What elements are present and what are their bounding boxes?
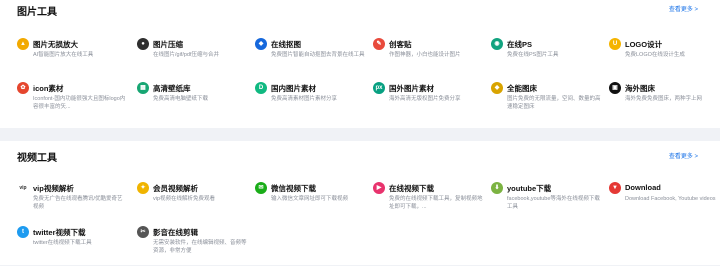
download-circle-icon: ▼ [609, 182, 621, 194]
play-icon: ▶ [373, 182, 385, 194]
iconfont-icon: ✿ [17, 82, 29, 94]
tool-name: LOGO设计 [625, 40, 663, 49]
wallpaper-icon: ▦ [137, 82, 149, 94]
twitter-icon: t [17, 226, 29, 238]
tool-item[interactable]: ✿ icon素材 Iconfont-国内功能很强大且图标logo内容很丰富的矢... [17, 82, 127, 122]
tool-description: facebook,youtube等海外在线视频下载工具 [507, 196, 600, 210]
tool-item[interactable]: ▲ 图片无损放大 AI智能图片放大在线工具 [17, 38, 127, 78]
tool-item[interactable]: ◉ 在线PS 免费在线PS图片工具 [491, 38, 601, 78]
tool-description: Download Facebook, Youtube videos [625, 196, 716, 202]
tool-item[interactable]: ✉ 微信视频下载输入微信文章网址即可下载视频 [255, 182, 365, 222]
tool-name: 创客贴 [389, 40, 412, 49]
magnify-icon: ▲ [17, 38, 29, 50]
member-video-icon: ✦ [137, 182, 149, 194]
tool-name: 国外图片素材 [389, 84, 434, 93]
tool-name: Download [625, 183, 661, 192]
chuangketie-icon: ✎ [373, 38, 385, 50]
tool-item[interactable]: ▣ 海外图床海外免费免费图床，两种字上网 [609, 82, 719, 122]
tool-item[interactable]: ◆ 全能图床图片免费的无限流量，空间、数量的高速稳定图床 [491, 82, 601, 122]
tool-item[interactable]: D 国内图片素材免费高清素材图片素材分享 [255, 82, 365, 122]
tool-name: 会员视频解析 [153, 184, 198, 193]
tool-name: icon素材 [33, 84, 64, 93]
wechat-icon: ✉ [255, 182, 267, 194]
download-icon: ⬇ [491, 182, 503, 194]
tool-description: vip视频在线解析免费观看 [153, 196, 216, 202]
video-tools-grid: vip vip视频解析免费无广告在线观看腾讯/优酷爱奇艺视频 ✦ 会员视频解析 vip视… [0, 141, 720, 265]
video-edit-icon: ✂ [137, 226, 149, 238]
tool-description: 作图神器，小白也能设计图片 [389, 52, 461, 58]
tool-description: 免费高清素材图片素材分享 [271, 96, 338, 102]
image-host-icon: ◆ [491, 82, 503, 94]
compress-icon: ● [137, 38, 149, 50]
pexels-icon: px [373, 82, 385, 94]
tool-name: youtube下载 [507, 184, 552, 193]
tool-description: 海外免费免费图床，两种字上网 [625, 96, 703, 102]
ps-icon: ◉ [491, 38, 503, 50]
cutout-icon: ◆ [255, 38, 267, 50]
tool-description: 免费图片智能自动抠图去背景在线工具 [271, 52, 365, 58]
tool-name: 在线视频下载 [389, 184, 434, 193]
tool-description: 海外高清无版权图片免费分享 [389, 96, 461, 102]
image-tools-grid: ▲ 图片无损放大 AI智能图片放大在线工具 ● 图片压缩在线图片/gif/pdf压缩与合… [0, 0, 720, 128]
tool-name: 高清壁纸库 [153, 84, 191, 93]
tool-item[interactable]: ✂ 影音在线剪辑无需安装软件，在线编辑视频、音频等资源，非常方便 [137, 226, 247, 266]
tool-item[interactable]: ✦ 会员视频解析 vip视频在线解析免费观看 [137, 182, 247, 222]
tool-item[interactable]: t twitter视频下载 twitter在线视频下载工具 [17, 226, 127, 266]
tool-name: 图片无损放大 [33, 40, 78, 49]
tool-description: 无需安装软件，在线编辑视频、音频等资源，非常方便 [153, 240, 247, 254]
tool-name: 影音在线剪辑 [153, 228, 198, 237]
video-tools-section: 视频工具 查看更多 > vip vip视频解析 免费无广告在线观看腾讯/优酷爱奇艺视… [0, 141, 720, 265]
tool-description: 图片免费的无限流量，空间、数量的高速稳定图床 [507, 96, 601, 110]
tool-description: 免费高清电脑壁纸下载 [153, 96, 209, 102]
tool-item[interactable]: ✎ 创客贴作图神器，小白也能设计图片 [373, 38, 483, 78]
tool-description: 输入微信文章网址即可下载视频 [271, 196, 349, 202]
tool-name: 在线抠图 [271, 40, 301, 49]
tool-name: 微信视频下载 [271, 184, 316, 193]
tool-name: vip视频解析 [33, 184, 74, 193]
tool-description: 免费无广告在线观看腾讯/优酷爱奇艺视频 [33, 196, 123, 210]
tool-item[interactable]: vip vip视频解析免费无广告在线观看腾讯/优酷爱奇艺视频 [17, 182, 127, 222]
image-tools-section: 图片工具 查看更多 > ▲ 图片无损放大 AI智能图片放大在线工具 ● 图片压缩 在线图片… [0, 0, 720, 128]
cn-images-icon: D [255, 82, 267, 94]
vip-icon: vip [17, 182, 29, 194]
tool-item[interactable]: U LOGO设计免费LOGO在线设计生成 [609, 38, 719, 78]
logo-design-icon: U [609, 38, 621, 50]
tool-item[interactable]: ● 图片压缩在线图片/gif/pdf压缩与合并 [137, 38, 247, 78]
tool-name: 图片压缩 [153, 40, 183, 49]
tool-description: 免费在线PS图片工具 [507, 52, 559, 58]
tool-item[interactable]: ▼ Download Download Facebook, Youtube vide… [609, 182, 719, 222]
tool-description: Iconfont-国内功能很强大且图标logo内容很丰富的矢... [33, 96, 126, 110]
tool-name: twitter视频下载 [33, 228, 86, 237]
tool-item[interactable]: ▦ 高清壁纸库免费高清电脑壁纸下载 [137, 82, 247, 122]
tool-item[interactable]: ▶ 在线视频下载免费的在线视频下载工具，复制视频地址即可下载，... [373, 182, 483, 222]
tool-description: 免费LOGO在线设计生成 [625, 52, 685, 58]
tool-description: twitter在线视频下载工具 [33, 240, 92, 246]
tool-name: 海外图床 [625, 84, 655, 93]
tool-item[interactable]: ⬇ youtube下载 facebook,youtube等海外在线视频下载工具 [491, 182, 601, 222]
tool-item[interactable]: ◆ 在线抠图免费图片智能自动抠图去背景在线工具 [255, 38, 365, 78]
tool-description: 免费的在线视频下载工具，复制视频地址即可下载，... [389, 196, 483, 210]
tool-name: 国内图片素材 [271, 84, 316, 93]
tool-description: 在线图片/gif/pdf压缩与合并 [153, 52, 220, 58]
tool-name: 在线PS [507, 40, 533, 49]
overseas-host-icon: ▣ [609, 82, 621, 94]
tool-item[interactable]: px 国外图片素材海外高清无版权图片免费分享 [373, 82, 483, 122]
tool-description: AI智能图片放大在线工具 [33, 52, 94, 58]
tool-name: 全能图床 [507, 84, 537, 93]
